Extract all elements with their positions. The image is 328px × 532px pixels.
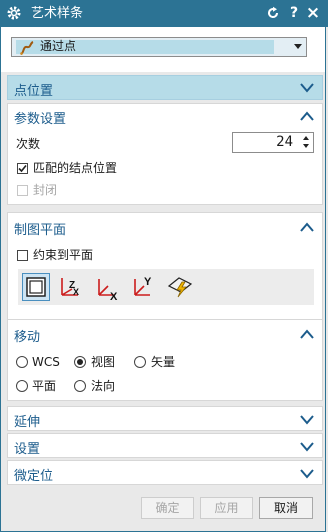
window-title: 艺术样条 [31,6,84,21]
section-params: 参数设置 次数 24 匹配的结点位置 封闭 [7,103,323,205]
chevron-up-icon[interactable] [300,111,314,121]
degree-label: 次数 [16,137,41,151]
section-extend[interactable]: 延伸 [7,406,323,431]
plane-dialog-glyph [167,277,193,298]
chevron-down-icon[interactable] [294,44,302,49]
stepper-down-icon[interactable] [303,144,309,148]
section-point-position[interactable]: 点位置 [7,75,323,100]
ok-button[interactable]: 确定 [141,497,194,519]
apply-button[interactable]: 应用 [200,497,253,519]
view-plane-glyph [26,277,46,297]
closed-label: 封闭 [33,183,58,197]
xc-plane-icon[interactable]: Z X [58,273,86,301]
closed-checkbox[interactable] [17,185,28,196]
xy-plane-icon[interactable]: Y [130,273,158,301]
match-knots-checkbox[interactable] [17,163,28,174]
type-panel: 通过点 [1,27,325,72]
constrain-plane-label: 约束到平面 [33,248,94,262]
chevron-up-icon[interactable] [300,329,314,339]
chevron-down-icon[interactable] [300,83,314,93]
move-option-view-label: 视图 [91,355,116,369]
cancel-button[interactable]: 取消 [259,497,313,519]
move-option-vector-label: 矢量 [151,355,176,369]
chevron-down-icon[interactable] [300,442,314,452]
move-option-view-radio[interactable] [74,356,86,368]
svg-text:X: X [73,287,79,297]
close-button[interactable]: × [305,3,321,23]
type-select[interactable]: 通过点 [11,37,307,57]
svg-text:X: X [110,291,118,301]
dialog-body: 通过点 点位置 参数设置 次数 24 匹配的结点位置 封闭 制图平面 约束到平面 [0,27,326,532]
move-option-plane-label: 平面 [32,379,57,393]
move-option-normal-label: 法向 [91,379,116,393]
view-plane-icon[interactable] [22,273,50,301]
chevron-down-icon[interactable] [300,415,314,425]
yz-plane-icon[interactable]: X [94,273,122,303]
section-move: 移动 WCS 视图 矢量 平面 法向 [7,319,323,401]
button-bar: 确定 应用 取消 [1,497,325,527]
svg-text:Y: Y [144,276,152,288]
match-knots-label: 匹配的结点位置 [33,161,118,175]
section-title[interactable]: 参数设置 [14,108,66,127]
xy-plane-glyph: Y [134,276,152,296]
plane-toolbar: Z X X Y [18,269,314,305]
xc-plane-glyph: Z X [61,278,79,297]
section-title[interactable]: 制图平面 [14,219,66,238]
move-option-wcs-label: WCS [32,355,60,369]
chevron-up-icon[interactable] [300,222,314,232]
yz-plane-glyph: X [98,279,118,303]
title-bar: 艺术样条 ? × [0,0,328,27]
stepper-up-icon[interactable] [303,136,309,140]
section-title[interactable]: 移动 [14,326,40,345]
move-option-normal-radio[interactable] [74,380,86,392]
gear-icon [7,6,21,20]
chevron-down-icon[interactable] [300,469,314,479]
degree-value: 24 [276,134,293,150]
type-select-value: 通过点 [40,39,77,53]
refresh-icon[interactable] [266,6,280,20]
section-fine-tune[interactable]: 微定位 [7,460,323,485]
degree-stepper[interactable]: 24 [232,132,314,153]
section-settings[interactable]: 设置 [7,433,323,458]
help-button[interactable]: ? [286,3,302,23]
section-title: 延伸 [14,415,41,430]
section-title: 点位置 [14,84,54,99]
move-option-wcs-radio[interactable] [16,356,28,368]
check-icon [18,164,27,173]
section-title: 设置 [14,442,41,457]
section-title: 微定位 [14,469,54,484]
constrain-plane-checkbox[interactable] [17,250,28,261]
plane-dialog-icon[interactable] [166,273,194,301]
spline-curve-icon [20,41,34,55]
move-option-plane-radio[interactable] [16,380,28,392]
move-option-vector-radio[interactable] [134,356,146,368]
